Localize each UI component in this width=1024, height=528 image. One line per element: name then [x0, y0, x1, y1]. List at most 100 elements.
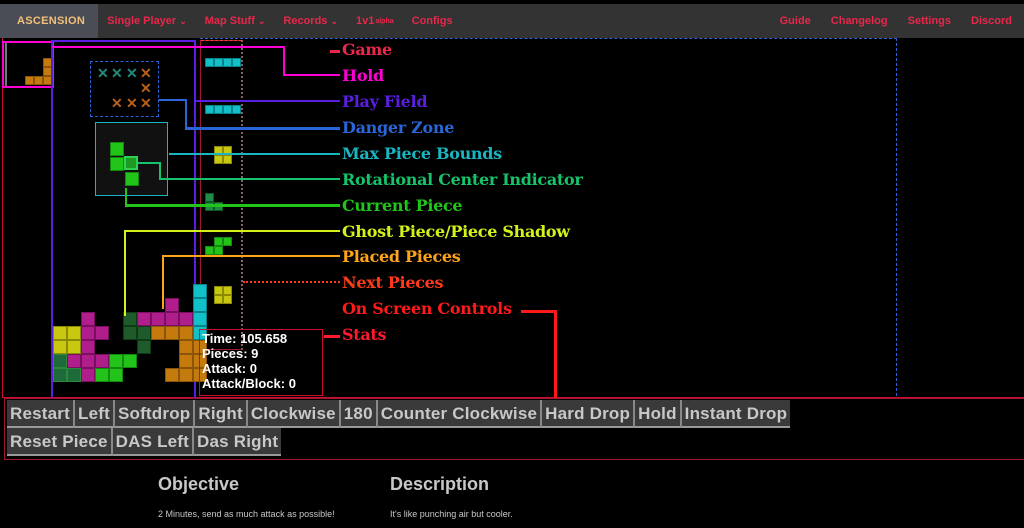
controls-row-1: Restart Left Softdrop Right Clockwise 180 Coun… [7, 400, 1024, 428]
description-text: It's like punching air but cooler. [390, 509, 513, 519]
danger-x-icon: ✕ [111, 95, 123, 111]
danger-x-icon: ✕ [126, 65, 138, 81]
next-block [205, 246, 214, 255]
nav-settings[interactable]: Settings [898, 15, 961, 27]
current-block [125, 172, 139, 186]
placed-block [53, 326, 67, 340]
connector-controls [521, 310, 556, 313]
control-hold-button[interactable]: Hold [635, 400, 682, 428]
placed-block [165, 326, 179, 340]
next-block [223, 58, 232, 67]
control-left-button[interactable]: Left [74, 400, 115, 428]
placed-block [165, 368, 179, 382]
control-clockwise-button[interactable]: Clockwise [247, 400, 341, 428]
placed-block [53, 354, 67, 368]
connector-hold-h [283, 74, 340, 76]
ghost-block [137, 340, 151, 354]
control-instant-drop-button[interactable]: Instant Drop [681, 400, 791, 428]
objective-title: Objective [158, 474, 240, 494]
nav-guide[interactable]: Guide [770, 15, 821, 27]
rotation-center-block [124, 156, 138, 170]
objective-text: 2 Minutes, send as much attack as possib… [158, 509, 335, 519]
chevron-down-icon: ⌄ [330, 15, 338, 26]
control-das-left-button[interactable]: DAS Left [112, 428, 195, 456]
nav-configs[interactable]: Configs [403, 15, 462, 27]
next-block [214, 286, 223, 295]
placed-block [179, 312, 193, 326]
next-block [214, 246, 223, 255]
placed-block [165, 298, 179, 312]
brand-logo[interactable]: ASCENSION [0, 4, 99, 38]
danger-x-icon: ✕ [140, 65, 152, 81]
next-block [205, 105, 214, 114]
nav-changelog[interactable]: Changelog [821, 15, 898, 27]
next-block [205, 58, 214, 67]
stat-time: Time: 105.658 [202, 331, 288, 346]
placed-block [67, 368, 81, 382]
placed-block [179, 354, 193, 368]
legend-label-on-screen-controls: On Screen Controls [342, 299, 512, 318]
control-counter-clockwise-button[interactable]: Counter Clockwise [377, 400, 543, 428]
connector-danger-h [185, 127, 340, 130]
placed-block [109, 354, 123, 368]
next-block [214, 105, 223, 114]
placed-block [179, 326, 193, 340]
placed-block [179, 368, 193, 382]
control-restart-button[interactable]: Restart [7, 400, 75, 428]
nav-records[interactable]: Records ⌄ [274, 15, 347, 27]
description-title: Description [390, 474, 490, 494]
control-180-button[interactable]: 180 [340, 400, 378, 428]
danger-zone-top-line [200, 38, 897, 39]
controls-row-2: Reset Piece DAS Left Das Right [7, 428, 1024, 456]
control-das-right-button[interactable]: Das Right [194, 428, 282, 456]
next-block [223, 286, 232, 295]
nav-single-player[interactable]: Single Player ⌄ [98, 15, 196, 27]
placed-block [95, 354, 109, 368]
placed-block [95, 326, 109, 340]
hold-block [34, 76, 43, 85]
next-block [214, 155, 223, 164]
ghost-block [123, 326, 137, 340]
placed-block [81, 354, 95, 368]
control-reset-piece-button[interactable]: Reset Piece [7, 428, 113, 456]
nav-map-stuff[interactable]: Map Stuff ⌄ [196, 15, 275, 27]
placed-block [95, 368, 109, 382]
legend-label-hold: Hold [342, 66, 384, 85]
placed-block [123, 354, 137, 368]
legend-label-max-piece-bounds: Max Piece Bounds [342, 144, 502, 163]
placed-block [67, 326, 81, 340]
legend-label-placed-pieces: Placed Pieces [342, 247, 461, 266]
next-block [223, 155, 232, 164]
legend-label-current-piece: Current Piece [342, 196, 463, 215]
on-screen-controls: Restart Left Softdrop Right Clockwise 180 Coun… [4, 398, 1024, 460]
danger-x-icon: ✕ [126, 95, 138, 111]
connector-ghost [124, 230, 126, 316]
placed-block [67, 354, 81, 368]
connector-danger-v [185, 99, 187, 129]
control-right-button[interactable]: Right [195, 400, 248, 428]
legend-label-danger-zone: Danger Zone [342, 118, 455, 137]
next-block [214, 295, 223, 304]
connector-ghost-h [124, 230, 340, 232]
connector-game [330, 50, 340, 53]
connector-rotation-h [159, 178, 340, 180]
connector-controls-v [554, 310, 557, 398]
connector-rotation-center [138, 162, 161, 164]
control-hard-drop-button[interactable]: Hard Drop [542, 400, 636, 428]
game-stage: ✕ ✕ ✕ ✕ ✕ ✕ ✕ ✕ Time: 105.658 Pieces: 9 Attack:… [0, 38, 1024, 398]
nav-1v1[interactable]: 1v1 alpha [347, 15, 403, 27]
connector-placed-h [162, 255, 340, 257]
placed-block [179, 340, 193, 354]
control-softdrop-button[interactable]: Softdrop [114, 400, 196, 428]
placed-block [53, 340, 67, 354]
legend-label-next-pieces: Next Pieces [342, 273, 444, 292]
placed-block [193, 312, 207, 326]
connector-play-field [196, 100, 340, 102]
connector-stats [324, 335, 340, 338]
placed-block [81, 312, 95, 326]
stat-pieces: Pieces: 9 [202, 346, 259, 361]
nav-discord[interactable]: Discord [961, 15, 1024, 27]
placed-block [193, 284, 207, 298]
next-block [214, 237, 223, 246]
connector-current-h [125, 204, 340, 207]
